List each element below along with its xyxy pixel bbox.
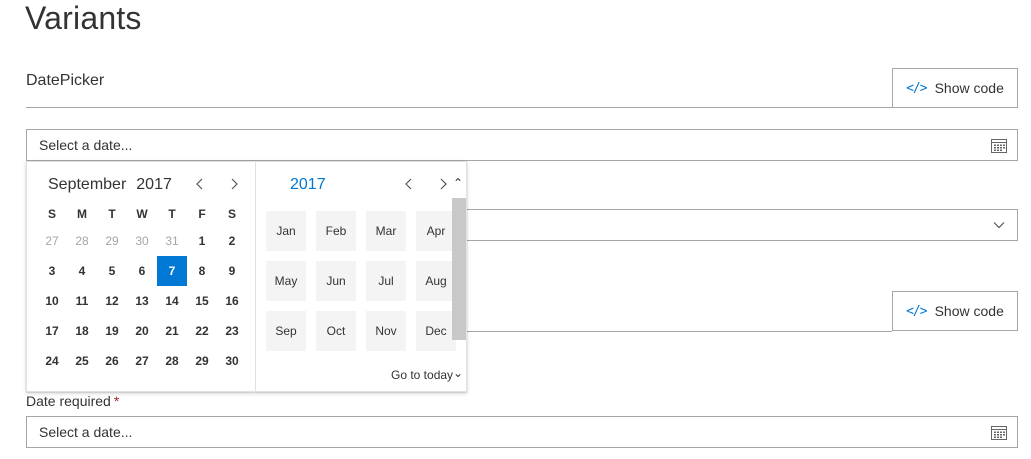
day-cell[interactable]: 28: [67, 226, 97, 256]
chevron-right-icon: [231, 178, 238, 190]
day-cell[interactable]: 24: [37, 346, 67, 376]
day-cell[interactable]: 12: [97, 286, 127, 316]
scrollbar[interactable]: ⌃ ⌄: [450, 176, 466, 380]
day-cell[interactable]: 10: [37, 286, 67, 316]
date-required-label: Date required *: [26, 393, 119, 409]
day-cell[interactable]: 8: [187, 256, 217, 286]
day-cell[interactable]: 19: [97, 316, 127, 346]
section-title: DatePicker: [26, 72, 105, 89]
go-to-today-link[interactable]: Go to today: [391, 368, 453, 382]
chevron-down-icon: [993, 222, 1005, 229]
section-divider: [26, 107, 892, 108]
month-cell[interactable]: Oct: [316, 311, 356, 351]
prev-month-button[interactable]: [190, 176, 210, 196]
day-cell[interactable]: 4: [67, 256, 97, 286]
day-cell[interactable]: 27: [37, 226, 67, 256]
month-cell[interactable]: Nov: [366, 311, 406, 351]
weekday-header: S: [227, 207, 236, 221]
scrollbar-thumb[interactable]: [452, 198, 466, 340]
month-cell[interactable]: Jul: [366, 261, 406, 301]
day-cell[interactable]: 6: [127, 256, 157, 286]
month-cell[interactable]: Sep: [266, 311, 306, 351]
day-cell[interactable]: 17: [37, 316, 67, 346]
weekday-header: F: [198, 207, 206, 221]
code-icon: </>: [906, 303, 928, 319]
month-picker: 2017 Jan Feb Mar Apr May Jun Jul Aug Sep Oct Nov De…: [257, 162, 467, 393]
day-cell[interactable]: 25: [67, 346, 97, 376]
dropdown[interactable]: [466, 209, 1018, 241]
day-cell[interactable]: 3: [37, 256, 67, 286]
show-code-label: Show code: [934, 303, 1004, 319]
scroll-up-icon[interactable]: ⌃: [450, 176, 466, 190]
weekday-header: W: [136, 207, 148, 221]
date-input-placeholder: Select a date...: [39, 424, 133, 440]
scroll-down-icon[interactable]: ⌄: [450, 366, 466, 380]
day-cell[interactable]: 30: [127, 226, 157, 256]
day-cell[interactable]: 11: [67, 286, 97, 316]
month-cell[interactable]: Feb: [316, 211, 356, 251]
weekday-header: T: [108, 207, 116, 221]
day-cell[interactable]: 23: [217, 316, 247, 346]
show-code-button[interactable]: </> Show code: [892, 291, 1018, 331]
show-code-button[interactable]: </> Show code: [892, 68, 1018, 108]
month-cell[interactable]: Jun: [316, 261, 356, 301]
day-cell-selected[interactable]: 7: [157, 256, 187, 286]
weekday-header: S: [47, 207, 56, 221]
date-input-placeholder: Select a date...: [39, 137, 133, 153]
next-month-button[interactable]: [224, 176, 244, 196]
day-cell[interactable]: 31: [157, 226, 187, 256]
month-picker-year[interactable]: 2017: [290, 176, 326, 194]
day-cell[interactable]: 28: [157, 346, 187, 376]
page-title: Variants: [25, 0, 142, 36]
month-cell[interactable]: Mar: [366, 211, 406, 251]
day-cell[interactable]: 18: [67, 316, 97, 346]
month-year-header: September 2017: [48, 176, 172, 194]
day-cell[interactable]: 1: [187, 226, 217, 256]
day-cell[interactable]: 30: [217, 346, 247, 376]
day-cell[interactable]: 2: [217, 226, 247, 256]
chevron-left-icon: [196, 178, 203, 190]
date-required-text: Date required: [26, 393, 111, 409]
month-grid: Jan Feb Mar Apr May Jun Jul Aug Sep Oct Nov Dec: [266, 211, 456, 351]
weekday-header: M: [77, 207, 87, 221]
day-cell[interactable]: 13: [127, 286, 157, 316]
day-cell[interactable]: 22: [187, 316, 217, 346]
month-cell[interactable]: Jan: [266, 211, 306, 251]
day-cell[interactable]: 29: [187, 346, 217, 376]
day-cell[interactable]: 9: [217, 256, 247, 286]
weekday-header: T: [168, 207, 176, 221]
day-cell[interactable]: 20: [127, 316, 157, 346]
required-asterisk: *: [113, 393, 120, 409]
current-month: September: [48, 176, 127, 193]
day-grid: S M T W T F S 27 28 29 30 31 1 2 3 4 5 6 7 8 9 10 11 12 13 14 15 16…: [37, 206, 247, 376]
day-cell[interactable]: 16: [217, 286, 247, 316]
calendar-icon[interactable]: [991, 425, 1007, 440]
chevron-left-icon: [405, 178, 412, 190]
date-input[interactable]: Select a date...: [26, 129, 1018, 161]
day-cell[interactable]: 14: [157, 286, 187, 316]
day-picker: September 2017 S M T W T F S 27 28 29 30 31 1 2 3 4 5 6 7 8 9…: [27, 162, 256, 393]
day-cell[interactable]: 26: [97, 346, 127, 376]
calendar-callout: September 2017 S M T W T F S 27 28 29 30 31 1 2 3 4 5 6 7 8 9…: [26, 161, 467, 393]
day-cell[interactable]: 5: [97, 256, 127, 286]
chevron-right-icon: [440, 178, 447, 190]
prev-year-button[interactable]: [399, 176, 419, 196]
current-year: 2017: [136, 176, 172, 193]
code-icon: </>: [906, 80, 928, 96]
day-cell[interactable]: 15: [187, 286, 217, 316]
month-cell[interactable]: May: [266, 261, 306, 301]
day-cell[interactable]: 27: [127, 346, 157, 376]
show-code-label: Show code: [934, 80, 1004, 96]
date-required-input[interactable]: Select a date...: [26, 416, 1018, 448]
day-cell[interactable]: 29: [97, 226, 127, 256]
calendar-icon[interactable]: [991, 138, 1007, 153]
day-cell[interactable]: 21: [157, 316, 187, 346]
